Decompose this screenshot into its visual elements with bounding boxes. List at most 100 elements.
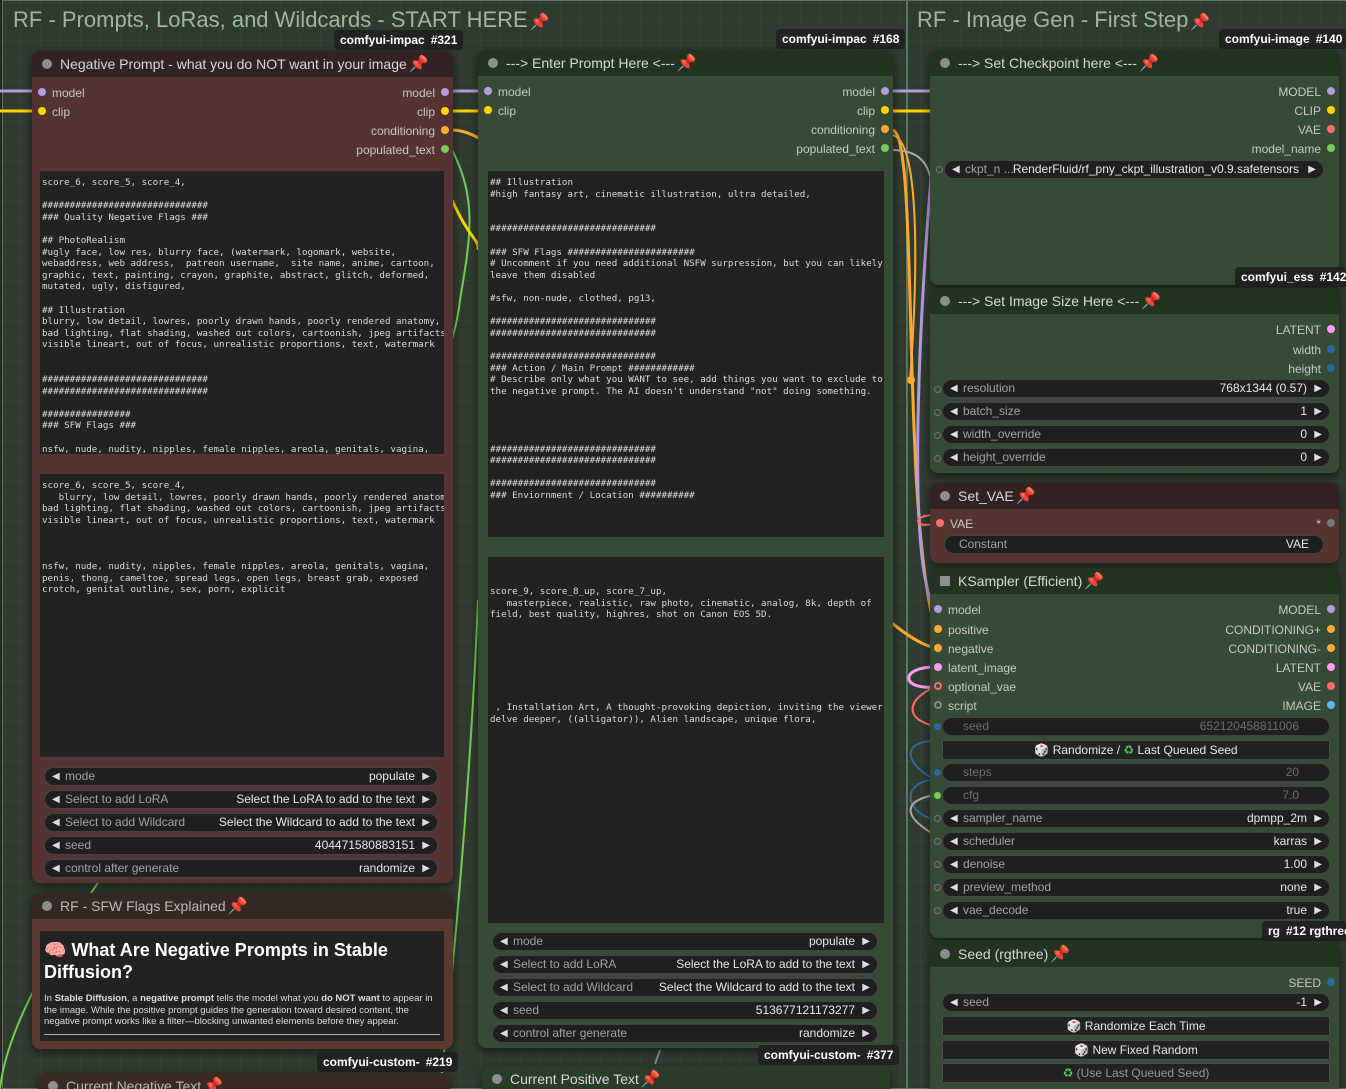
collapse-dot-icon[interactable] — [940, 491, 950, 501]
current-positive-text-node[interactable]: Current Positive Text 📌 — [482, 1066, 890, 1089]
widget-input-dot[interactable] — [934, 723, 941, 730]
input-model[interactable]: model — [482, 85, 531, 99]
output-model-name[interactable]: model_name — [1252, 142, 1337, 156]
wildcard-text-area[interactable]: score_6, score_5, score_4, #############… — [40, 171, 444, 454]
use-last-queued-seed-button[interactable]: ♻ (Use Last Queued Seed) — [942, 1063, 1330, 1083]
randomize-last-seed-button[interactable]: 🎲 Randomize / ♻ Last Queued Seed — [942, 740, 1330, 760]
randomize-each-time-button[interactable]: 🎲 Randomize Each Time — [942, 1016, 1330, 1036]
node-header[interactable]: Negative Prompt - what you do NOT want i… — [32, 51, 453, 77]
input-clip[interactable]: clip — [482, 104, 516, 118]
output-clip[interactable]: clip — [857, 104, 891, 118]
collapse-dot-icon[interactable] — [488, 58, 498, 68]
preview-method-combo[interactable]: ◀ preview_method none ▶ — [942, 878, 1330, 897]
output-conditioning[interactable]: conditioning — [371, 124, 451, 138]
collapse-dot-icon[interactable] — [492, 1074, 502, 1084]
new-fixed-random-button[interactable]: 🎲 New Fixed Random — [942, 1040, 1330, 1060]
constant-text-widget[interactable]: Constant VAE — [944, 535, 1324, 554]
input-optional-vae[interactable]: optional_vae — [932, 680, 1016, 694]
positive-prompt-node[interactable]: ---> Enter Prompt Here <--- 📌 model clip … — [478, 50, 893, 1048]
widget-input-dot[interactable] — [934, 409, 941, 416]
wildcard-text-area[interactable]: ## Illustration #high fantasy art, cinem… — [488, 171, 884, 537]
batch-size-number[interactable]: ◀ batch_size 1 ▶ — [942, 402, 1330, 421]
output-vae[interactable]: VAE — [1298, 123, 1337, 137]
collapse-dot-icon[interactable] — [42, 901, 52, 911]
ksampler-efficient-node[interactable]: KSampler (Efficient) 📌 model positive neg… — [930, 568, 1339, 938]
ckpt-name-combo[interactable]: ◀ ckpt_n ... RenderFluid/rf_pny_ckpt_illus… — [944, 160, 1324, 179]
resolution-combo[interactable]: ◀ resolution 768x1344 (0.57) ▶ — [942, 379, 1330, 398]
widget-input-dot[interactable] — [934, 861, 941, 868]
mode-combo[interactable]: ◀ mode populate ▶ — [492, 932, 878, 951]
widget-input-dot[interactable] — [934, 432, 941, 439]
widget-input-dot[interactable] — [934, 455, 941, 462]
seed-rgthree-node[interactable]: Seed (rgthree) 📌 SEED ◀ seed -1 ▶ 🎲 Randomiz… — [930, 941, 1339, 1089]
output-model[interactable]: MODEL — [1278, 603, 1337, 617]
widget-input-dot[interactable] — [934, 838, 941, 845]
set-vae-node[interactable]: Set_VAE 📌 VAE * Constant VAE — [930, 483, 1339, 563]
widget-input-dot[interactable] — [934, 386, 941, 393]
output-width[interactable]: width — [1293, 343, 1337, 357]
sfw-flags-note-node[interactable]: RF - SFW Flags Explained 📌 🧠 What Are Neg… — [32, 893, 453, 1049]
seed-number[interactable]: ◀ seed 513677121173277 ▶ — [492, 1001, 878, 1020]
output-conditioning[interactable]: conditioning — [811, 123, 891, 137]
widget-input-dot[interactable] — [936, 166, 943, 173]
output-populated-text[interactable]: populated_text — [356, 143, 451, 157]
image-size-node[interactable]: ---> Set Image Size Here <--- 📌 LATENT wi… — [930, 288, 1339, 473]
collapse-dot-icon[interactable] — [42, 59, 52, 69]
collapse-dot-icon[interactable] — [48, 1081, 58, 1089]
collapse-dot-icon[interactable] — [940, 296, 950, 306]
widget-input-dot[interactable] — [934, 769, 941, 776]
output-conditioning-neg[interactable]: CONDITIONING- — [1228, 642, 1337, 656]
output-conditioning-pos[interactable]: CONDITIONING+ — [1225, 623, 1337, 637]
node-header[interactable]: ---> Enter Prompt Here <--- 📌 — [478, 50, 893, 76]
input-model[interactable]: model — [36, 86, 85, 100]
output-image[interactable]: IMAGE — [1282, 699, 1337, 713]
node-header[interactable]: Seed (rgthree) 📌 — [930, 941, 1339, 967]
input-positive[interactable]: positive — [932, 623, 989, 637]
cfg-number[interactable]: cfg 7.0 — [942, 786, 1330, 805]
output-any[interactable]: * — [1316, 517, 1337, 531]
output-latent[interactable]: LATENT — [1276, 661, 1337, 675]
control-after-generate-combo[interactable]: ◀ control after generate randomize ▶ — [492, 1024, 878, 1043]
widget-input-dot[interactable] — [934, 792, 941, 799]
populated-text-area[interactable]: score_6, score_5, score_4, blurry, low d… — [40, 474, 444, 757]
seed-number[interactable]: ◀ seed -1 ▶ — [942, 993, 1330, 1012]
negative-prompt-node[interactable]: Negative Prompt - what you do NOT want i… — [32, 51, 453, 883]
widget-input-dot[interactable] — [934, 907, 941, 914]
wildcard-combo[interactable]: ◀ Select to add Wildcard Select the Wildca… — [44, 813, 438, 832]
node-header[interactable]: ---> Set Image Size Here <--- 📌 — [930, 288, 1339, 314]
output-latent[interactable]: LATENT — [1276, 323, 1337, 337]
width-override-number[interactable]: ◀ width_override 0 ▶ — [942, 425, 1330, 444]
wildcard-combo[interactable]: ◀ Select to add Wildcard Select the Wildca… — [492, 978, 878, 997]
input-negative[interactable]: negative — [932, 642, 993, 656]
output-height[interactable]: height — [1288, 362, 1337, 376]
node-header[interactable]: KSampler (Efficient) 📌 — [930, 568, 1339, 594]
seed-number[interactable]: seed 652120458811006 — [942, 717, 1330, 736]
seed-number[interactable]: ◀ seed 404471580883151 ▶ — [44, 836, 438, 855]
input-model[interactable]: model — [932, 603, 981, 617]
node-header[interactable]: RF - SFW Flags Explained 📌 — [32, 893, 453, 919]
output-model[interactable]: MODEL — [1278, 85, 1337, 99]
collapse-square-icon[interactable] — [940, 576, 950, 586]
node-header[interactable]: Set_VAE 📌 — [930, 483, 1339, 509]
scheduler-combo[interactable]: ◀ scheduler karras ▶ — [942, 832, 1330, 851]
output-clip[interactable]: clip — [417, 105, 451, 119]
denoise-number[interactable]: ◀ denoise 1.00 ▶ — [942, 855, 1330, 874]
collapse-dot-icon[interactable] — [940, 949, 950, 959]
height-override-number[interactable]: ◀ height_override 0 ▶ — [942, 448, 1330, 467]
output-vae[interactable]: VAE — [1298, 680, 1337, 694]
collapse-dot-icon[interactable] — [940, 58, 950, 68]
control-after-generate-combo[interactable]: ◀ control after generate randomize ▶ — [44, 859, 438, 878]
output-model[interactable]: model — [842, 85, 891, 99]
lora-combo[interactable]: ◀ Select to add LoRA Select the LoRA to ad… — [492, 955, 878, 974]
output-model[interactable]: model — [402, 86, 451, 100]
widget-input-dot[interactable] — [934, 815, 941, 822]
populated-text-area[interactable]: score_9, score_8_up, score_7_up, masterp… — [488, 557, 884, 923]
input-vae[interactable]: VAE — [934, 517, 973, 531]
node-header[interactable]: ---> Set Checkpoint here <--- 📌 — [930, 50, 1339, 76]
input-latent-image[interactable]: latent_image — [932, 661, 1017, 675]
input-script[interactable]: script — [932, 699, 977, 713]
widget-input-dot[interactable] — [934, 884, 941, 891]
sampler-name-combo[interactable]: ◀ sampler_name dpmpp_2m ▶ — [942, 809, 1330, 828]
node-header[interactable]: Current Positive Text 📌 — [482, 1066, 890, 1089]
node-header[interactable]: Current Negative Text 📌 — [38, 1073, 450, 1089]
